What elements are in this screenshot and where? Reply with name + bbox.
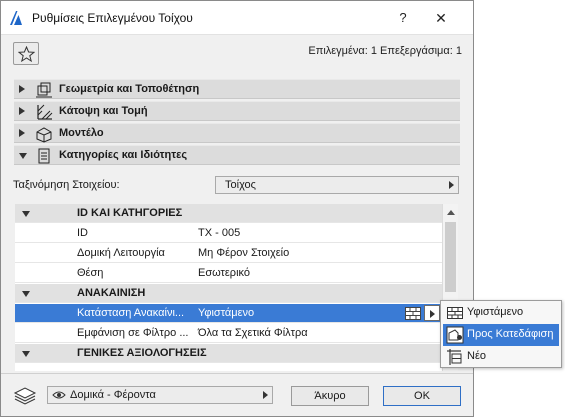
property-value[interactable]: Μη Φέρον Στοιχείο: [198, 247, 289, 259]
property-value[interactable]: Υφιστάμενο: [198, 307, 254, 319]
expand-arrow-icon: [19, 107, 25, 115]
scrollbar-thumb[interactable]: [445, 222, 456, 292]
menu-item-label: Υφιστάμενο: [467, 306, 524, 318]
existing-wall-icon: [447, 307, 463, 319]
footer-divider: [1, 373, 473, 374]
new-element-icon: [447, 349, 462, 365]
renovation-dropdown-button[interactable]: [424, 305, 440, 321]
demolish-icon: [446, 326, 464, 344]
panel-label: Κάτοψη και Τομή: [59, 105, 148, 117]
floorplan-section-icon: [37, 104, 53, 120]
classification-label: Ταξινόμηση Στοιχείου:: [13, 179, 120, 191]
collapse-arrow-icon: [19, 153, 27, 159]
help-button[interactable]: ?: [391, 7, 415, 29]
panel-categories-properties[interactable]: Κατηγορίες και Ιδιότητες: [14, 145, 460, 165]
renovation-status-menu: Υφιστάμενο Προς Κατεδάφιση Νέο: [440, 300, 562, 368]
close-button[interactable]: ✕: [429, 7, 453, 29]
panel-label: Γεωμετρία και Τοποθέτηση: [59, 83, 200, 95]
classification-select[interactable]: Τοίχος: [215, 176, 459, 194]
group-row-id-categories[interactable]: ID ΚΑΙ ΚΑΤΗΓΟΡΙΕΣ: [15, 204, 442, 223]
dialog-title: Ρυθμίσεις Επιλεγμένου Τοίχου: [32, 11, 193, 25]
existing-wall-icon: [405, 307, 421, 320]
collapse-arrow-icon: [22, 211, 30, 217]
document-icon: [38, 148, 50, 164]
archicad-logo-icon: [10, 11, 22, 25]
expand-arrow-icon: [19, 129, 25, 137]
panel-label: Μοντέλο: [59, 127, 104, 139]
scroll-up-arrow-icon[interactable]: [447, 210, 455, 215]
table-row[interactable]: Θέση Εσωτερικό: [15, 264, 442, 283]
collapse-arrow-icon: [22, 351, 30, 357]
menu-item-new[interactable]: Νέο: [443, 346, 559, 368]
eye-icon: [52, 391, 66, 399]
panel-model[interactable]: Μοντέλο: [14, 123, 460, 143]
property-name: Κατάσταση Ανακαίνι...: [77, 307, 185, 319]
property-name: Εμφάνιση σε Φίλτρο ...: [77, 327, 189, 339]
property-name: Θέση: [77, 267, 104, 279]
dropdown-arrow-icon: [430, 310, 435, 318]
ok-button[interactable]: ΟΚ: [383, 386, 461, 406]
group-label: ID ΚΑΙ ΚΑΤΗΓΟΡΙΕΣ: [77, 207, 183, 219]
property-name: Δομική Λειτουργία: [77, 247, 165, 259]
wall-settings-dialog: Ρυθμίσεις Επιλεγμένου Τοίχου ? ✕ Επιλεγμ…: [0, 0, 474, 417]
property-value[interactable]: Εσωτερικό: [198, 267, 250, 279]
layer-combination-select[interactable]: Δομικά - Φέροντα: [47, 386, 273, 404]
property-name: ID: [77, 227, 88, 239]
collapse-arrow-icon: [22, 291, 30, 297]
property-value[interactable]: ΤΧ - 005: [198, 227, 240, 239]
table-row[interactable]: ID ΤΧ - 005: [15, 224, 442, 243]
layer-combination-value: Δομικά - Φέροντα: [70, 389, 156, 401]
group-row-renovation[interactable]: ΑΝΑΚΑΙΝΙΣΗ: [15, 284, 442, 303]
dropdown-arrow-icon: [449, 181, 454, 189]
menu-item-to-be-demolished[interactable]: Προς Κατεδάφιση: [443, 324, 559, 346]
panel-floorplan-section[interactable]: Κάτοψη και Τομή: [14, 101, 460, 121]
table-row-selected[interactable]: Κατάσταση Ανακαίνι... Υφιστάμενο: [15, 304, 442, 323]
menu-item-label: Νέο: [467, 350, 486, 362]
geometry-icon: [36, 82, 52, 98]
model-box-icon: [36, 127, 52, 143]
table-row[interactable]: Εμφάνιση σε Φίλτρο ... Όλα τα Σχετικά Φί…: [15, 324, 442, 343]
expand-arrow-icon: [19, 85, 25, 93]
favorites-button[interactable]: [13, 42, 39, 65]
classification-value: Τοίχος: [225, 179, 256, 191]
properties-table: ID ΚΑΙ ΚΑΤΗΓΟΡΙΕΣ ID ΤΧ - 005 Δομική Λει…: [15, 204, 442, 371]
menu-item-existing[interactable]: Υφιστάμενο: [443, 302, 559, 324]
menu-item-label: Προς Κατεδάφιση: [467, 328, 554, 340]
selection-count: Επιλεγμένα: 1 Επεξεργάσιμα: 1: [308, 45, 462, 57]
group-row-general-ratings[interactable]: ΓΕΝΙΚΕΣ ΑΞΙΟΛΟΓΗΣΕΙΣ: [15, 344, 442, 363]
panel-geometry-placement[interactable]: Γεωμετρία και Τοποθέτηση: [14, 79, 460, 99]
group-label: ΑΝΑΚΑΙΝΙΣΗ: [77, 287, 146, 299]
title-bar: Ρυθμίσεις Επιλεγμένου Τοίχου ? ✕: [1, 1, 473, 35]
dropdown-arrow-icon: [263, 391, 268, 399]
table-row[interactable]: Δομική Λειτουργία Μη Φέρον Στοιχείο: [15, 244, 442, 263]
panel-label: Κατηγορίες και Ιδιότητες: [59, 149, 188, 161]
layers-icon: [13, 387, 37, 405]
star-icon: [18, 46, 35, 62]
property-value[interactable]: Όλα τα Σχετικά Φίλτρα: [198, 327, 308, 339]
cancel-button[interactable]: Άκυρο: [291, 386, 369, 406]
group-label: ΓΕΝΙΚΕΣ ΑΞΙΟΛΟΓΗΣΕΙΣ: [77, 347, 207, 359]
